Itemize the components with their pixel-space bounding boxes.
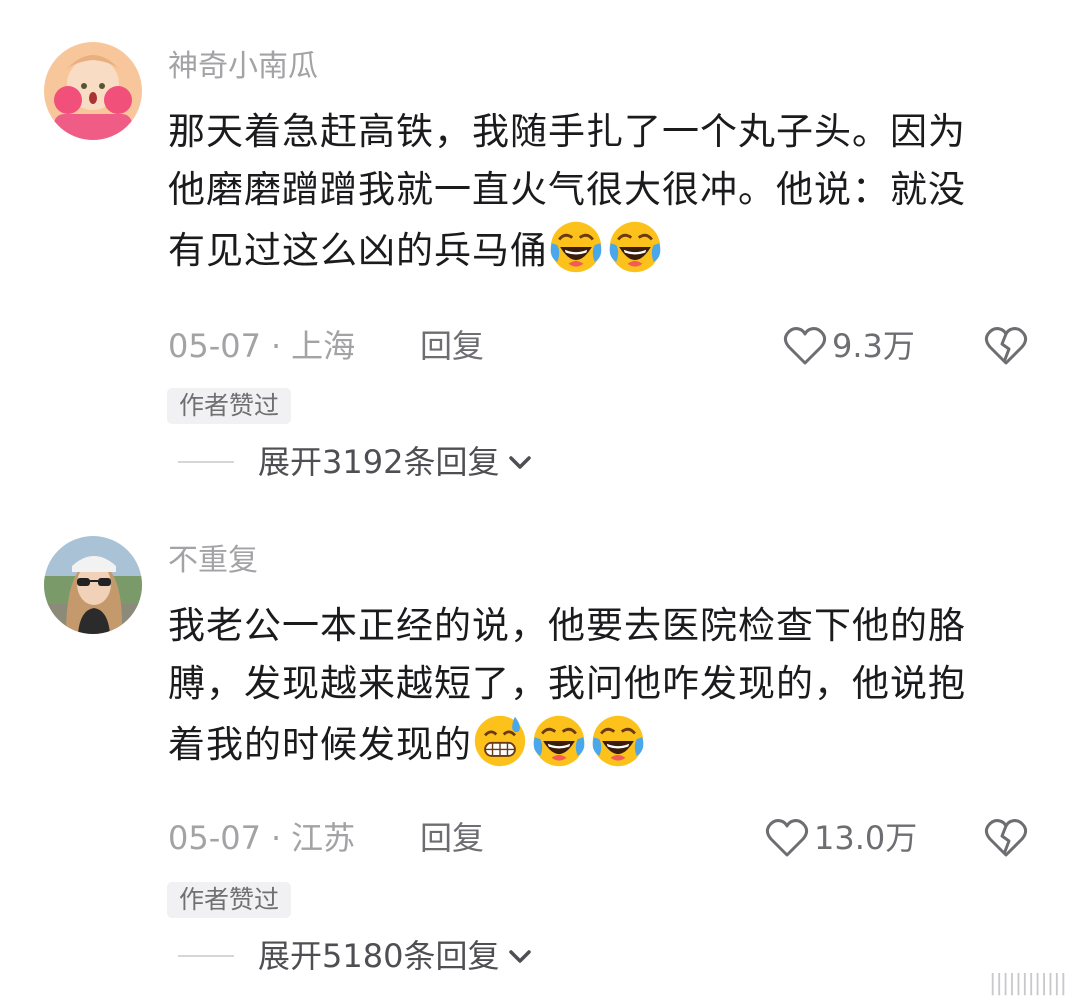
comment-item: 不重复 我老公一本正经的说，他要去医院检查下他的胳 膊，发现越来越短了，我问他咋… <box>0 494 1080 1002</box>
reply-button[interactable]: 回复 <box>420 816 484 860</box>
comment-date: 05-07 <box>168 327 261 365</box>
comment-line: 有见过这么凶的兵马俑 <box>168 219 1048 277</box>
comment-item: 神奇小南瓜 那天着急赶高铁，我随手扎了一个丸子头。因为 他磨磨蹭蹭我就一直火气很… <box>0 0 1080 500</box>
comment-location: 上海 <box>291 327 356 365</box>
comment-location: 江苏 <box>291 819 356 857</box>
meta-separator: · <box>270 819 282 857</box>
chevron-down-icon <box>509 456 532 469</box>
meta-separator: · <box>270 327 282 365</box>
laughing-crying-emoji <box>609 221 661 273</box>
avatar[interactable] <box>44 536 142 634</box>
username[interactable]: 神奇小南瓜 <box>168 47 318 87</box>
like-count: 13.0万 <box>814 819 918 857</box>
expand-replies-label: 展开5180条回复 <box>258 937 500 975</box>
comment-meta: 05-07 · 江苏 <box>168 816 355 860</box>
comment-date: 05-07 <box>168 819 261 857</box>
expand-replies-button[interactable]: 展开3192条回复 <box>178 440 535 484</box>
grinning-sweat-emoji <box>474 715 526 767</box>
divider <box>178 461 234 463</box>
comment-line-text: 着我的时候发现的 <box>168 723 472 766</box>
comment-line: 膊，发现越来越短了，我问他咋发现的，他说抱 <box>168 662 966 705</box>
like-button[interactable]: 13.0万 <box>764 816 917 860</box>
reply-button[interactable]: 回复 <box>420 324 484 368</box>
avatar[interactable] <box>44 42 142 140</box>
heart-outline-icon <box>765 819 809 857</box>
comment-line: 他磨磨蹭蹭我就一直火气很大很冲。他说：就没 <box>168 168 966 211</box>
comment-line: 那天着急赶高铁，我随手扎了一个丸子头。因为 <box>168 110 966 153</box>
chevron-down-icon <box>509 950 532 963</box>
comment-line: 我老公一本正经的说，他要去医院检查下他的胳 <box>168 604 966 647</box>
comment-meta: 05-07 · 上海 <box>168 324 355 368</box>
expand-replies-label: 展开3192条回复 <box>258 443 500 481</box>
comment-body: 我老公一本正经的说，他要去医院检查下他的胳 膊，发现越来越短了，我问他咋发现的，… <box>168 597 1048 771</box>
watermark: |||||||||||| <box>989 971 1067 996</box>
like-button[interactable]: 9.3万 <box>782 324 915 368</box>
like-count: 9.3万 <box>832 327 915 365</box>
comment-line-text: 有见过这么凶的兵马俑 <box>168 229 548 272</box>
laughing-crying-emoji <box>592 715 644 767</box>
heart-outline-icon <box>783 327 827 365</box>
author-liked-badge: 作者赞过 <box>167 388 292 424</box>
laughing-crying-emoji <box>550 221 602 273</box>
comment-body: 那天着急赶高铁，我随手扎了一个丸子头。因为 他磨磨蹭蹭我就一直火气很大很冲。他说… <box>168 103 1048 277</box>
divider <box>178 955 234 957</box>
laughing-crying-emoji <box>533 715 585 767</box>
broken-heart-icon[interactable] <box>983 324 1029 368</box>
broken-heart-icon[interactable] <box>983 816 1029 860</box>
username[interactable]: 不重复 <box>168 541 258 581</box>
author-liked-badge: 作者赞过 <box>167 882 292 918</box>
expand-replies-button[interactable]: 展开5180条回复 <box>178 934 535 978</box>
comment-line: 着我的时候发现的 <box>168 713 1048 771</box>
